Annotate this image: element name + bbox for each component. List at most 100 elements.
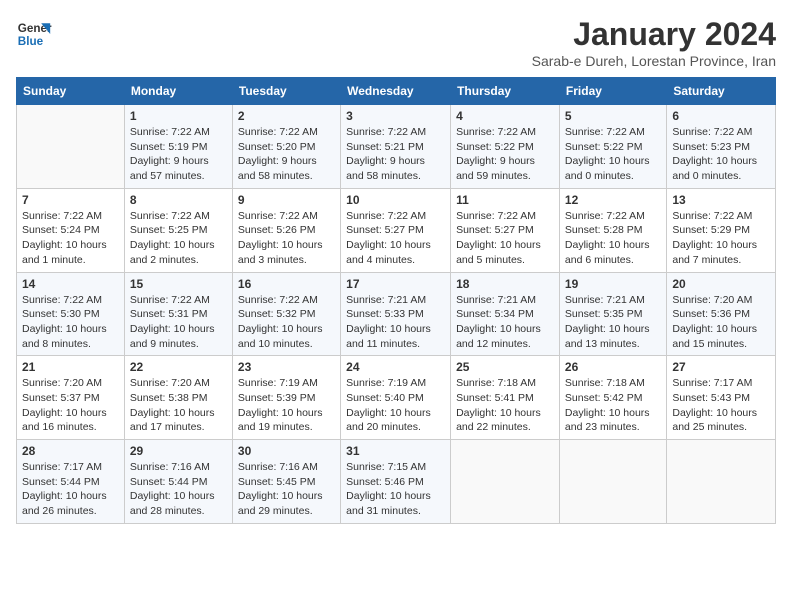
calendar-day-cell: 24 Sunrise: 7:19 AMSunset: 5:40 PMDayligh…	[341, 356, 451, 440]
calendar-week-row: 1 Sunrise: 7:22 AMSunset: 5:19 PMDaylight…	[17, 105, 776, 189]
day-info: Sunrise: 7:21 AMSunset: 5:34 PMDaylight:…	[456, 293, 554, 352]
svg-text:Blue: Blue	[18, 35, 44, 48]
day-number: 27	[672, 360, 770, 374]
day-info: Sunrise: 7:18 AMSunset: 5:42 PMDaylight:…	[565, 376, 661, 435]
day-info: Sunrise: 7:21 AMSunset: 5:33 PMDaylight:…	[346, 293, 445, 352]
day-info: Sunrise: 7:22 AMSunset: 5:22 PMDaylight:…	[565, 125, 661, 184]
calendar-day-cell: 16 Sunrise: 7:22 AMSunset: 5:32 PMDayligh…	[232, 272, 340, 356]
day-info: Sunrise: 7:22 AMSunset: 5:25 PMDaylight:…	[130, 209, 227, 268]
day-number: 3	[346, 109, 445, 123]
calendar-day-cell: 1 Sunrise: 7:22 AMSunset: 5:19 PMDaylight…	[124, 105, 232, 189]
day-number: 2	[238, 109, 335, 123]
day-number: 25	[456, 360, 554, 374]
weekday-header-row: SundayMondayTuesdayWednesdayThursdayFrid…	[17, 78, 776, 105]
calendar-day-cell: 21 Sunrise: 7:20 AMSunset: 5:37 PMDayligh…	[17, 356, 125, 440]
calendar-day-cell: 11 Sunrise: 7:22 AMSunset: 5:27 PMDayligh…	[451, 188, 560, 272]
day-number: 1	[130, 109, 227, 123]
day-number: 13	[672, 193, 770, 207]
day-number: 6	[672, 109, 770, 123]
day-info: Sunrise: 7:22 AMSunset: 5:28 PMDaylight:…	[565, 209, 661, 268]
day-info: Sunrise: 7:22 AMSunset: 5:30 PMDaylight:…	[22, 293, 119, 352]
calendar-table: SundayMondayTuesdayWednesdayThursdayFrid…	[16, 77, 776, 524]
weekday-header-cell: Saturday	[667, 78, 776, 105]
day-number: 11	[456, 193, 554, 207]
day-info: Sunrise: 7:17 AMSunset: 5:43 PMDaylight:…	[672, 376, 770, 435]
day-number: 21	[22, 360, 119, 374]
day-info: Sunrise: 7:18 AMSunset: 5:41 PMDaylight:…	[456, 376, 554, 435]
calendar-day-cell: 13 Sunrise: 7:22 AMSunset: 5:29 PMDayligh…	[667, 188, 776, 272]
title-area: January 2024 Sarab-e Dureh, Lorestan Pro…	[532, 16, 776, 69]
calendar-day-cell: 14Sunrise: 7:22 AMSunset: 5:30 PMDayligh…	[17, 272, 125, 356]
calendar-day-cell: 4 Sunrise: 7:22 AMSunset: 5:22 PMDaylight…	[451, 105, 560, 189]
day-number: 23	[238, 360, 335, 374]
calendar-day-cell: 19 Sunrise: 7:21 AMSunset: 5:35 PMDayligh…	[559, 272, 666, 356]
day-number: 17	[346, 277, 445, 291]
calendar-day-cell: 22 Sunrise: 7:20 AMSunset: 5:38 PMDayligh…	[124, 356, 232, 440]
weekday-header-cell: Monday	[124, 78, 232, 105]
calendar-day-cell: 9 Sunrise: 7:22 AMSunset: 5:26 PMDaylight…	[232, 188, 340, 272]
day-info: Sunrise: 7:20 AMSunset: 5:38 PMDaylight:…	[130, 376, 227, 435]
calendar-day-cell: 3 Sunrise: 7:22 AMSunset: 5:21 PMDaylight…	[341, 105, 451, 189]
calendar-day-cell: 10 Sunrise: 7:22 AMSunset: 5:27 PMDayligh…	[341, 188, 451, 272]
day-info: Sunrise: 7:22 AMSunset: 5:32 PMDaylight:…	[238, 293, 335, 352]
weekday-header-cell: Friday	[559, 78, 666, 105]
calendar-day-cell: 8Sunrise: 7:22 AMSunset: 5:25 PMDaylight…	[124, 188, 232, 272]
weekday-header-cell: Thursday	[451, 78, 560, 105]
day-number: 9	[238, 193, 335, 207]
day-info: Sunrise: 7:22 AMSunset: 5:27 PMDaylight:…	[346, 209, 445, 268]
day-number: 24	[346, 360, 445, 374]
calendar-day-cell: 5 Sunrise: 7:22 AMSunset: 5:22 PMDaylight…	[559, 105, 666, 189]
calendar-day-cell	[667, 440, 776, 524]
day-info: Sunrise: 7:22 AMSunset: 5:29 PMDaylight:…	[672, 209, 770, 268]
calendar-day-cell: 23 Sunrise: 7:19 AMSunset: 5:39 PMDayligh…	[232, 356, 340, 440]
day-info: Sunrise: 7:20 AMSunset: 5:36 PMDaylight:…	[672, 293, 770, 352]
day-info: Sunrise: 7:22 AMSunset: 5:19 PMDaylight:…	[130, 125, 227, 184]
day-number: 26	[565, 360, 661, 374]
calendar-day-cell	[451, 440, 560, 524]
day-info: Sunrise: 7:22 AMSunset: 5:26 PMDaylight:…	[238, 209, 335, 268]
calendar-week-row: 21 Sunrise: 7:20 AMSunset: 5:37 PMDayligh…	[17, 356, 776, 440]
calendar-day-cell: 18Sunrise: 7:21 AMSunset: 5:34 PMDayligh…	[451, 272, 560, 356]
calendar-day-cell	[559, 440, 666, 524]
day-info: Sunrise: 7:22 AMSunset: 5:22 PMDaylight:…	[456, 125, 554, 184]
day-info: Sunrise: 7:22 AMSunset: 5:20 PMDaylight:…	[238, 125, 335, 184]
day-info: Sunrise: 7:22 AMSunset: 5:23 PMDaylight:…	[672, 125, 770, 184]
day-number: 4	[456, 109, 554, 123]
calendar-day-cell: 26 Sunrise: 7:18 AMSunset: 5:42 PMDayligh…	[559, 356, 666, 440]
calendar-day-cell: 28Sunrise: 7:17 AMSunset: 5:44 PMDayligh…	[17, 440, 125, 524]
day-number: 19	[565, 277, 661, 291]
day-info: Sunrise: 7:19 AMSunset: 5:39 PMDaylight:…	[238, 376, 335, 435]
calendar-day-cell: 20 Sunrise: 7:20 AMSunset: 5:36 PMDayligh…	[667, 272, 776, 356]
calendar-day-cell: 12 Sunrise: 7:22 AMSunset: 5:28 PMDayligh…	[559, 188, 666, 272]
calendar-week-row: 7Sunrise: 7:22 AMSunset: 5:24 PMDaylight…	[17, 188, 776, 272]
day-info: Sunrise: 7:19 AMSunset: 5:40 PMDaylight:…	[346, 376, 445, 435]
day-number: 28	[22, 444, 119, 458]
location-title: Sarab-e Dureh, Lorestan Province, Iran	[532, 53, 776, 69]
day-info: Sunrise: 7:22 AMSunset: 5:27 PMDaylight:…	[456, 209, 554, 268]
day-info: Sunrise: 7:21 AMSunset: 5:35 PMDaylight:…	[565, 293, 661, 352]
day-info: Sunrise: 7:20 AMSunset: 5:37 PMDaylight:…	[22, 376, 119, 435]
day-number: 10	[346, 193, 445, 207]
day-number: 20	[672, 277, 770, 291]
page-header: General Blue January 2024 Sarab-e Dureh,…	[16, 16, 776, 69]
day-info: Sunrise: 7:16 AMSunset: 5:44 PMDaylight:…	[130, 460, 227, 519]
day-number: 22	[130, 360, 227, 374]
weekday-header-cell: Wednesday	[341, 78, 451, 105]
calendar-body: 1 Sunrise: 7:22 AMSunset: 5:19 PMDaylight…	[17, 105, 776, 524]
day-number: 5	[565, 109, 661, 123]
calendar-day-cell: 25 Sunrise: 7:18 AMSunset: 5:41 PMDayligh…	[451, 356, 560, 440]
month-title: January 2024	[532, 16, 776, 53]
calendar-week-row: 28Sunrise: 7:17 AMSunset: 5:44 PMDayligh…	[17, 440, 776, 524]
calendar-day-cell: 2 Sunrise: 7:22 AMSunset: 5:20 PMDaylight…	[232, 105, 340, 189]
calendar-day-cell: 31Sunrise: 7:15 AMSunset: 5:46 PMDayligh…	[341, 440, 451, 524]
day-number: 31	[346, 444, 445, 458]
day-number: 16	[238, 277, 335, 291]
calendar-day-cell: 15Sunrise: 7:22 AMSunset: 5:31 PMDayligh…	[124, 272, 232, 356]
day-number: 30	[238, 444, 335, 458]
logo-icon: General Blue	[16, 16, 52, 52]
day-info: Sunrise: 7:22 AMSunset: 5:21 PMDaylight:…	[346, 125, 445, 184]
day-number: 29	[130, 444, 227, 458]
calendar-day-cell: 29 Sunrise: 7:16 AMSunset: 5:44 PMDayligh…	[124, 440, 232, 524]
day-number: 12	[565, 193, 661, 207]
calendar-week-row: 14Sunrise: 7:22 AMSunset: 5:30 PMDayligh…	[17, 272, 776, 356]
